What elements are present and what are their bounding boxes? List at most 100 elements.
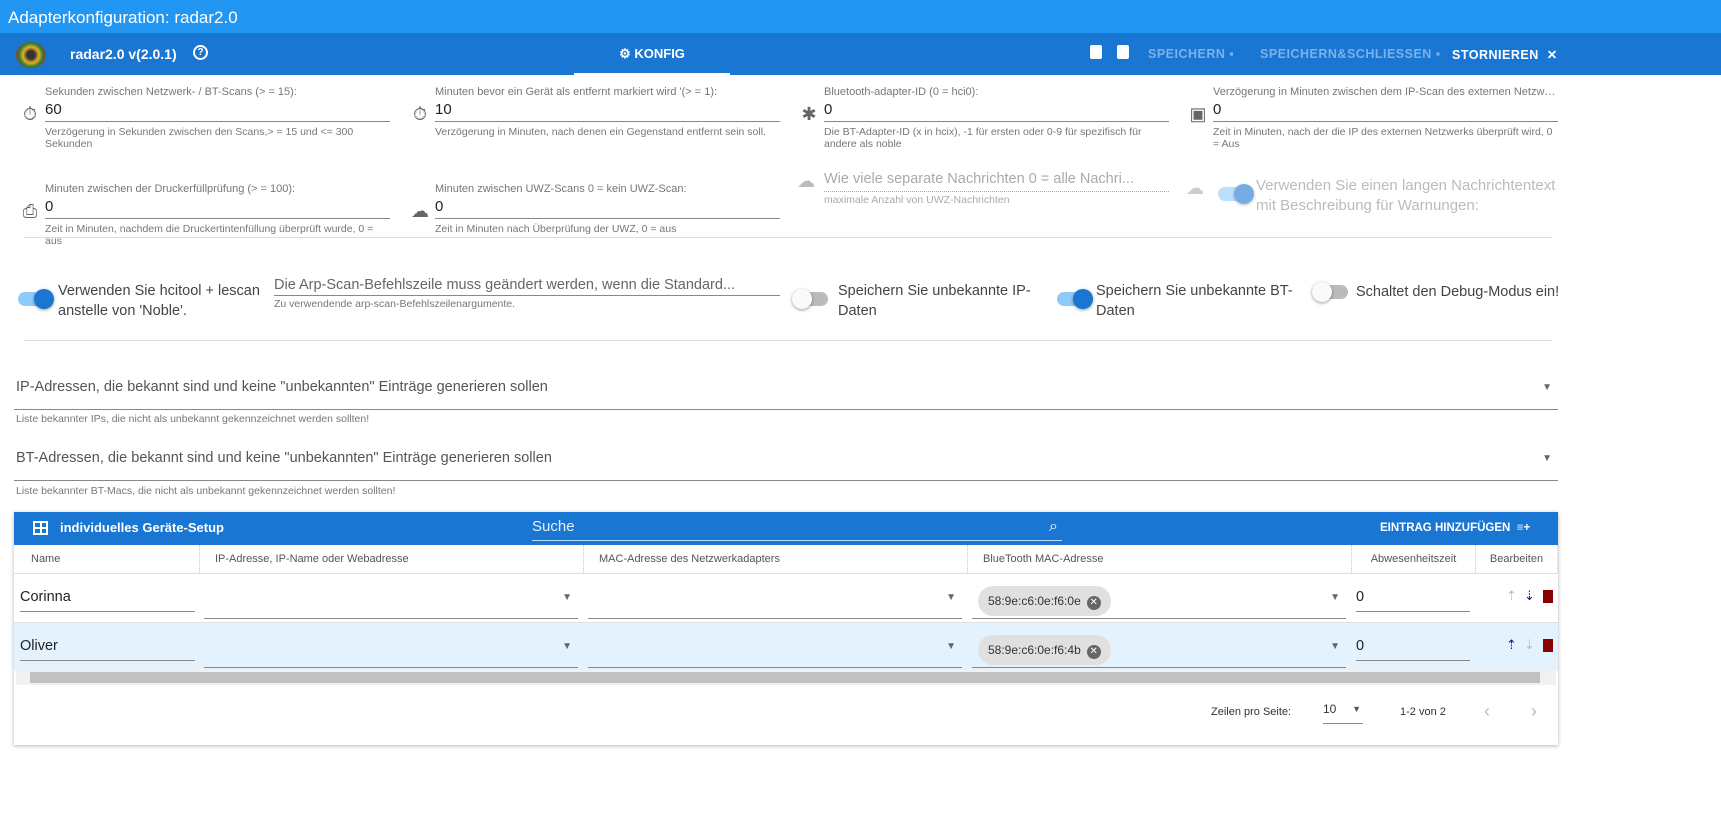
field-input[interactable]: 0 <box>45 198 390 219</box>
tab-konfig[interactable]: ⚙ KONFIG <box>574 33 730 75</box>
window-title: Adapterkonfiguration: radar2.0 <box>0 0 1721 33</box>
field-input[interactable]: 0 <box>824 101 1169 122</box>
toggle-knob <box>1073 289 1093 309</box>
close-icon: ✕ <box>1546 48 1558 62</box>
next-page-button[interactable]: › <box>1531 701 1537 722</box>
long-text-label: Verwenden Sie einen langen Nachrichtente… <box>1256 177 1556 214</box>
arp-scan-input[interactable]: Die Arp-Scan-Befehlszeile muss geändert … <box>274 276 780 296</box>
uwz-messages-placeholder: Wie viele separate Nachrichten 0 = alle … <box>824 171 1134 187</box>
field-input[interactable]: 0 <box>1213 101 1558 122</box>
accordion-title: BT-Adressen, die bekannt sind und keine … <box>16 450 552 466</box>
known-bt-accordion[interactable]: BT-Adressen, die bekannt sind und keine … <box>14 447 1558 481</box>
prev-page-button[interactable]: ‹ <box>1484 701 1490 722</box>
move-down-icon[interactable]: ⇣ <box>1524 637 1535 653</box>
table-header-bar: individuelles Geräte-Setup Suche ⌕ EINTR… <box>14 512 1558 545</box>
rows-per-page-value: 10 <box>1323 702 1337 716</box>
scrollbar-thumb[interactable] <box>30 672 1540 683</box>
table-icon <box>33 521 48 535</box>
field-input[interactable]: 10 <box>435 101 780 122</box>
chevron-down-icon: ▼ <box>1330 592 1340 603</box>
column-header[interactable]: BlueTooth MAC-Adresse <box>968 545 1352 573</box>
toolbar: radar2.0 v(2.0.1) ? ⚙ KONFIG SPEICHERN ▪… <box>0 33 1721 75</box>
expand-icon: ▼ <box>1542 382 1552 393</box>
toggle-knob <box>34 289 54 309</box>
absence-input[interactable]: 0 <box>1356 638 1470 661</box>
absence-input[interactable]: 0 <box>1356 589 1470 612</box>
divider <box>24 340 1552 341</box>
upload-config-icon[interactable] <box>1117 45 1129 59</box>
tab-label: KONFIG <box>634 46 685 61</box>
field-label: Verzögerung in Minuten zwischen dem IP-S… <box>1213 86 1558 98</box>
field-help: Die BT-Adapter-ID (x in hcix), -1 für er… <box>824 126 1142 150</box>
save-unknown-bt-toggle[interactable] <box>1057 289 1093 309</box>
cancel-button[interactable]: STORNIEREN ✕ <box>1452 47 1558 62</box>
mac-select[interactable]: ▼ <box>588 633 962 668</box>
add-entry-button[interactable]: EINTRAG HINZUFÜGEN ≡+ <box>1380 522 1530 534</box>
move-down-icon[interactable]: ⇣ <box>1524 588 1535 604</box>
table-row: Corinna ▼ ▼ ▼ 58:9e:c6:0e:f6:0e ✕ 0 ⇡ ⇣ <box>14 573 1558 622</box>
field-label: Minuten zwischen der Druckerfüllprüfung … <box>45 183 296 195</box>
move-up-icon[interactable]: ⇡ <box>1506 588 1517 604</box>
ip-select[interactable]: ▼ <box>204 633 578 668</box>
cloud-alert-icon: ☁ <box>411 201 429 221</box>
toggle-knob <box>792 289 812 309</box>
field-input[interactable]: 0 <box>435 198 780 219</box>
bt-mac-chip[interactable]: 58:9e:c6:0e:f6:0e ✕ <box>978 586 1111 616</box>
save-close-button[interactable]: SPEICHERN&SCHLIESSEN ▪ <box>1260 47 1441 61</box>
name-input[interactable]: Corinna <box>20 589 195 612</box>
field-label: Bluetooth-adapter-ID (0 = hci0): <box>824 86 979 98</box>
move-up-icon[interactable]: ⇡ <box>1506 637 1517 653</box>
delete-icon[interactable] <box>1543 639 1553 652</box>
field-label: Sekunden zwischen Netzwerk- / BT-Scans (… <box>45 86 297 98</box>
search-icon[interactable]: ⌕ <box>1049 518 1058 536</box>
bt-mac-chip[interactable]: 58:9e:c6:0e:f6:4b ✕ <box>978 635 1111 665</box>
known-ips-accordion[interactable]: IP-Adressen, die bekannt sind und keine … <box>14 376 1558 410</box>
search-placeholder: Suche <box>532 518 575 535</box>
expand-icon: ▼ <box>1542 453 1552 464</box>
name-input[interactable]: Oliver <box>20 638 195 661</box>
column-header[interactable]: Name <box>14 545 200 573</box>
accordion-title: IP-Adressen, die bekannt sind und keine … <box>16 379 548 395</box>
timer-off-icon: ⏱ <box>412 104 428 124</box>
chevron-down-icon: ▼ <box>562 641 572 652</box>
save-close-label: SPEICHERN&SCHLIESSEN <box>1260 47 1432 61</box>
chevron-down-icon: ▼ <box>1352 704 1361 714</box>
column-header[interactable]: MAC-Adresse des Netzwerkadapters <box>584 545 968 573</box>
save-unknown-bt-label: Speichern Sie unbekannte BT-Daten <box>1096 283 1293 319</box>
chip-label: 58:9e:c6:0e:f6:4b <box>988 643 1081 657</box>
bluetooth-icon: ✱ <box>801 104 817 124</box>
uwz-messages-input[interactable]: Wie viele separate Nachrichten 0 = alle … <box>824 170 1169 192</box>
long-text-toggle[interactable] <box>1218 184 1254 204</box>
hcitool-toggle[interactable] <box>18 289 54 309</box>
floppy-icon: ▪ <box>1229 47 1235 61</box>
download-config-icon[interactable] <box>1090 45 1102 59</box>
delete-icon[interactable] <box>1543 590 1553 603</box>
adapter-logo <box>16 42 46 68</box>
debug-label: Schaltet den Debug-Modus ein! <box>1356 284 1560 300</box>
column-header[interactable]: IP-Adresse, IP-Name oder Webadresse <box>200 545 584 573</box>
save-button[interactable]: SPEICHERN ▪ <box>1148 47 1234 61</box>
chip-remove-icon[interactable]: ✕ <box>1086 645 1101 659</box>
debug-toggle[interactable] <box>1312 282 1348 302</box>
page-range: 1-2 von 2 <box>1400 706 1446 718</box>
table-title: individuelles Geräte-Setup <box>60 520 224 535</box>
horizontal-scrollbar[interactable] <box>16 670 1556 685</box>
cancel-label: STORNIEREN <box>1452 48 1539 62</box>
ip-select[interactable]: ▼ <box>204 584 578 619</box>
mac-select[interactable]: ▼ <box>588 584 962 619</box>
cloud-alert-icon: ☁ <box>1186 178 1204 198</box>
printer-icon: ⎙ <box>22 201 38 221</box>
chip-remove-icon[interactable]: ✕ <box>1086 596 1101 610</box>
rows-per-page-select[interactable]: 10 ▼ <box>1323 702 1363 724</box>
column-header[interactable]: Bearbeiten <box>1476 545 1558 573</box>
field-label: Minuten bevor ein Gerät als entfernt mar… <box>435 86 718 98</box>
field-input[interactable]: 60 <box>45 101 390 122</box>
save-unknown-ip-toggle[interactable] <box>792 289 828 309</box>
timer-icon: ⏱ <box>22 104 38 124</box>
help-icon[interactable]: ? <box>193 45 208 60</box>
field-help: Zeit in Minuten, nach der die IP des ext… <box>1213 126 1553 150</box>
search-input[interactable]: Suche ⌕ <box>532 518 1062 541</box>
column-header[interactable]: Abwesenheitszeit <box>1352 545 1476 573</box>
field-help: Zeit in Minuten, nachdem die Druckertint… <box>45 223 374 247</box>
arp-scan-help: Zu verwendende arp-scan-Befehlszeilenarg… <box>274 298 516 310</box>
